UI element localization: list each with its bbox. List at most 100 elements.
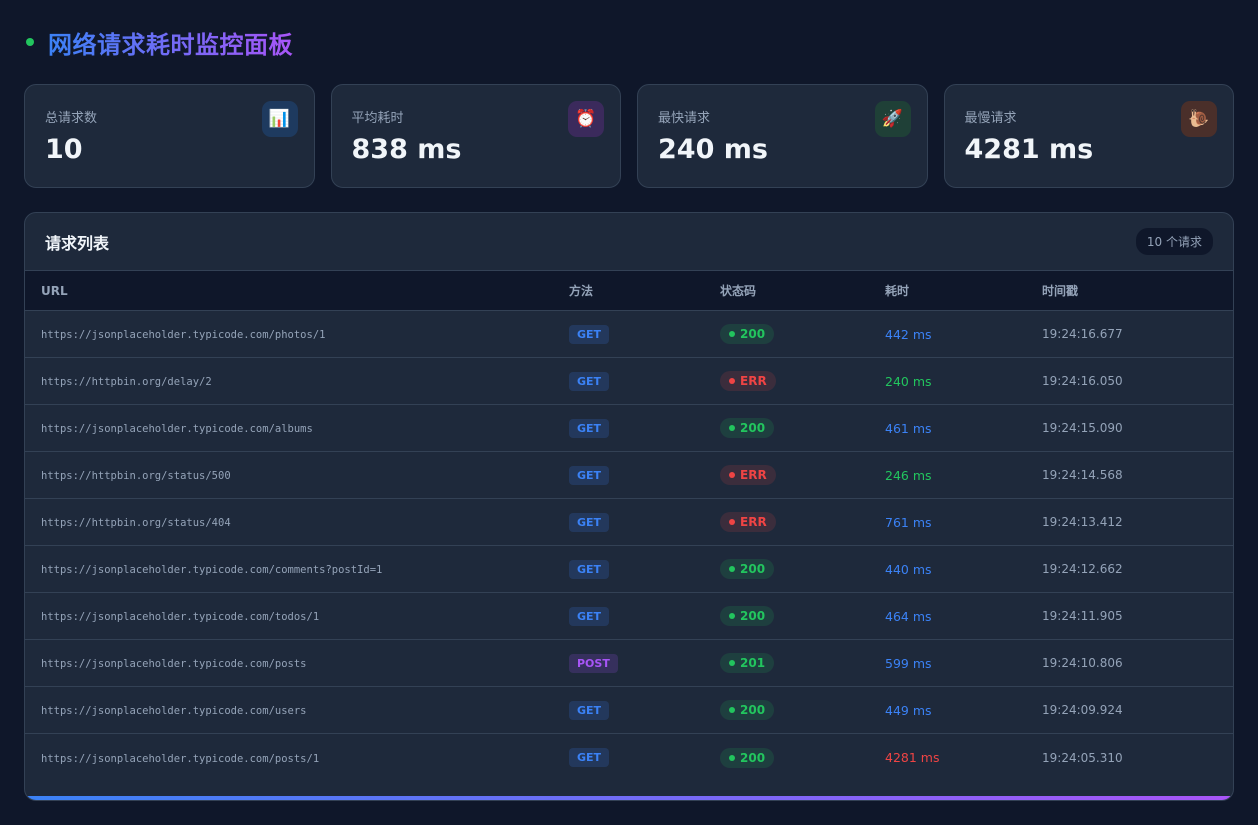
- duration-value: 4281 ms: [885, 750, 940, 765]
- method-badge: GET: [569, 559, 610, 579]
- timestamp-value: 19:24:13.412: [1042, 515, 1123, 529]
- status-badge: ERR: [720, 465, 776, 485]
- table-body: https://jsonplaceholder.typicode.com/pho…: [25, 311, 1233, 781]
- status-badge: 200: [720, 559, 775, 579]
- status-badge: 200: [720, 606, 775, 626]
- request-url: https://httpbin.org/status/500: [41, 470, 231, 482]
- stat-card-average: 平均耗时 838 ms ⏰: [330, 84, 621, 188]
- timestamp-value: 19:24:14.568: [1042, 468, 1123, 482]
- request-url: https://jsonplaceholder.typicode.com/pos…: [41, 658, 307, 670]
- table-row[interactable]: https://jsonplaceholder.typicode.com/tod…: [25, 593, 1233, 640]
- timestamp-value: 19:24:12.662: [1042, 562, 1123, 576]
- table-row[interactable]: https://jsonplaceholder.typicode.com/pho…: [25, 311, 1233, 358]
- duration-value: 442 ms: [885, 326, 932, 342]
- column-header-method: 方法: [569, 284, 594, 298]
- status-code: 200: [740, 750, 766, 765]
- status-badge: 201: [720, 653, 775, 673]
- stat-card-fastest: 最快请求 240 ms 🚀: [637, 84, 928, 188]
- live-indicator-dot: [26, 38, 34, 46]
- request-url: https://jsonplaceholder.typicode.com/alb…: [41, 423, 313, 435]
- stat-value: 838 ms: [351, 134, 462, 165]
- duration-value: 449 ms: [885, 702, 932, 718]
- status-code: ERR: [740, 515, 767, 529]
- table-row[interactable]: https://jsonplaceholder.typicode.com/com…: [25, 546, 1233, 593]
- table-row[interactable]: https://jsonplaceholder.typicode.com/pos…: [25, 734, 1233, 781]
- table-row[interactable]: https://jsonplaceholder.typicode.com/pos…: [25, 640, 1233, 687]
- method-badge: GET: [569, 512, 610, 532]
- table-row[interactable]: https://httpbin.org/status/404 GET ERR 761 …: [25, 499, 1233, 546]
- duration-value: 461 ms: [885, 420, 932, 436]
- stat-label: 最快请求: [658, 111, 711, 126]
- timestamp-value: 19:24:10.806: [1042, 656, 1123, 670]
- request-url: https://httpbin.org/delay/2: [41, 376, 212, 388]
- stats-row: 总请求数 10 📊 平均耗时 838 ms ⏰ 最快请求 240 ms 🚀 最慢…: [24, 84, 1234, 188]
- table-header: URL 方法 状态码 耗时 时间戳: [25, 271, 1233, 311]
- request-url: https://httpbin.org/status/404: [41, 517, 231, 529]
- method-badge: GET: [569, 371, 610, 391]
- status-badge: 200: [720, 418, 775, 438]
- stat-value: 240 ms: [658, 134, 768, 165]
- gradient-accent-bar: [25, 796, 1233, 800]
- timestamp-value: 19:24:16.050: [1042, 374, 1123, 388]
- timestamp-value: 19:24:05.310: [1042, 750, 1123, 765]
- request-list-panel: 请求列表 10 个请求 URL 方法 状态码 耗时 时间戳 https://js…: [24, 212, 1234, 801]
- status-code: ERR: [740, 468, 767, 482]
- snail-icon: 🐌: [1181, 101, 1217, 137]
- stat-card-total: 总请求数 10 📊: [24, 84, 315, 188]
- status-badge: 200: [720, 324, 775, 344]
- status-badge: 200: [720, 700, 775, 720]
- column-header-timestamp: 时间戳: [1042, 284, 1079, 298]
- stat-card-slowest: 最慢请求 4281 ms 🐌: [943, 84, 1234, 188]
- method-badge: GET: [569, 465, 610, 485]
- duration-value: 761 ms: [885, 514, 932, 530]
- request-url: https://jsonplaceholder.typicode.com/tod…: [41, 611, 320, 623]
- page-title: 网络请求耗时监控面板: [48, 25, 293, 60]
- status-badge: ERR: [720, 512, 776, 532]
- request-url: https://jsonplaceholder.typicode.com/pho…: [41, 329, 326, 341]
- status-code: 201: [740, 656, 766, 670]
- status-dot-icon: [729, 519, 735, 525]
- stat-value: 4281 ms: [964, 134, 1094, 165]
- table-row[interactable]: https://httpbin.org/status/500 GET ERR 246 …: [25, 452, 1233, 499]
- panel-title: 请求列表: [45, 233, 110, 253]
- method-badge: GET: [569, 606, 610, 626]
- column-header-url: URL: [41, 283, 68, 298]
- status-badge: 200: [720, 747, 775, 768]
- status-code: 200: [740, 562, 766, 576]
- method-badge: GET: [569, 700, 610, 720]
- status-dot-icon: [729, 754, 735, 761]
- method-badge: GET: [569, 748, 610, 767]
- duration-value: 246 ms: [885, 467, 932, 483]
- header: 网络请求耗时监控面板: [24, 0, 1234, 84]
- status-code: 200: [740, 421, 766, 435]
- status-code: 200: [740, 703, 766, 717]
- duration-value: 440 ms: [885, 561, 932, 577]
- table-row[interactable]: https://jsonplaceholder.typicode.com/use…: [25, 687, 1233, 734]
- panel-header: 请求列表 10 个请求: [25, 213, 1233, 271]
- table-row[interactable]: https://jsonplaceholder.typicode.com/alb…: [25, 405, 1233, 452]
- duration-value: 240 ms: [885, 373, 932, 389]
- status-code: 200: [740, 327, 766, 341]
- alarm-clock-icon: ⏰: [568, 101, 604, 137]
- status-dot-icon: [729, 331, 735, 337]
- status-code: ERR: [740, 374, 767, 388]
- status-dot-icon: [729, 707, 735, 713]
- method-badge: POST: [569, 653, 618, 673]
- dashboard-page: 网络请求耗时监控面板 总请求数 10 📊 平均耗时 838 ms ⏰ 最快请求 …: [0, 0, 1258, 825]
- request-count-badge: 10 个请求: [1135, 228, 1213, 255]
- status-badge: ERR: [720, 371, 776, 391]
- duration-value: 599 ms: [885, 655, 932, 671]
- rocket-icon: 🚀: [874, 101, 911, 137]
- method-badge: GET: [569, 418, 610, 438]
- status-code: 200: [740, 609, 766, 623]
- table-row[interactable]: https://httpbin.org/delay/2 GET ERR 240 ms 1…: [25, 358, 1233, 405]
- status-dot-icon: [729, 613, 735, 619]
- timestamp-value: 19:24:15.090: [1042, 421, 1123, 435]
- request-url: https://jsonplaceholder.typicode.com/pos…: [41, 752, 320, 765]
- stat-label: 最慢请求: [964, 111, 1017, 126]
- status-dot-icon: [729, 425, 735, 431]
- stat-label: 平均耗时: [351, 111, 404, 126]
- timestamp-value: 19:24:11.905: [1042, 609, 1123, 623]
- method-badge: GET: [569, 324, 610, 344]
- stat-label: 总请求数: [45, 111, 98, 126]
